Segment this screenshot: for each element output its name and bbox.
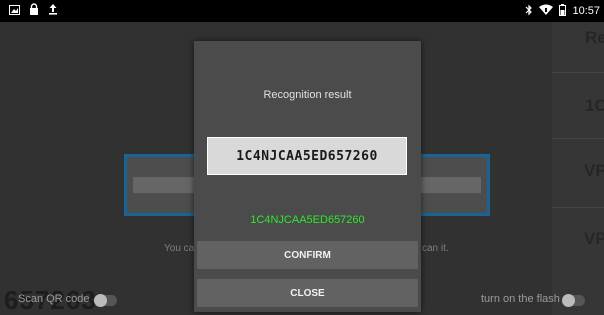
status-left-icons bbox=[0, 2, 58, 20]
recognition-result-text: 1C4NJCAA5ED657260 bbox=[250, 214, 365, 226]
confirm-button[interactable]: CONFIRM bbox=[197, 241, 418, 269]
status-time: 10:57 bbox=[572, 5, 600, 17]
close-button[interactable]: CLOSE bbox=[197, 279, 418, 307]
screen: 10:57 Re 1C VP VP You ca can it. 657263 … bbox=[0, 0, 604, 315]
lock-icon bbox=[29, 2, 39, 20]
battery-icon bbox=[559, 3, 567, 19]
image-icon bbox=[9, 2, 20, 20]
status-bar: 10:57 bbox=[0, 0, 604, 22]
recognition-dialog: Recognition result 1C4NJCAA5ED657260 1C4… bbox=[194, 41, 421, 312]
bluetooth-icon bbox=[525, 4, 533, 19]
wifi-icon bbox=[539, 4, 554, 18]
upload-icon bbox=[48, 2, 58, 20]
recognized-code-image: 1C4NJCAA5ED657260 bbox=[207, 137, 407, 175]
recognized-code-image-text: 1C4NJCAA5ED657260 bbox=[236, 148, 378, 164]
dialog-title: Recognition result bbox=[263, 89, 352, 101]
status-right: 10:57 bbox=[525, 0, 600, 22]
